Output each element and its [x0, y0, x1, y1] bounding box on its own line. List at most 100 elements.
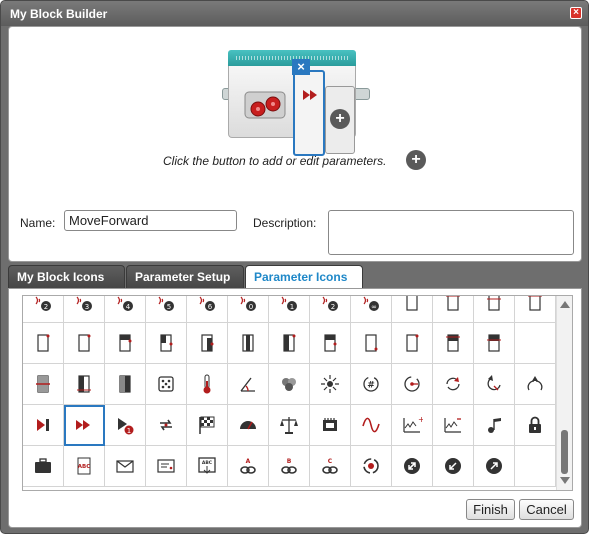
remove-parameter-button[interactable]: × [292, 59, 310, 75]
icon-cell[interactable] [269, 364, 310, 405]
name-field[interactable]: MoveForward [64, 210, 237, 231]
icon-cell[interactable] [187, 323, 228, 364]
icon-cell[interactable] [474, 296, 515, 323]
parameter-slot-selected[interactable]: × [292, 59, 325, 156]
icon-cell[interactable] [433, 323, 474, 364]
icon-cell[interactable]: ABC [187, 446, 228, 487]
add-parameter-icon[interactable]: + [330, 109, 350, 129]
icon-cell[interactable] [23, 323, 64, 364]
icon-cell[interactable]: B [269, 446, 310, 487]
icon-cell[interactable] [23, 364, 64, 405]
rotate-back-icon [487, 375, 501, 391]
icon-cell[interactable] [269, 405, 310, 446]
icon-cell[interactable] [433, 364, 474, 405]
icon-cell[interactable] [351, 405, 392, 446]
icon-cell[interactable] [187, 405, 228, 446]
icon-cell[interactable] [433, 405, 474, 446]
empty-cell [515, 446, 556, 487]
icon-cell[interactable] [105, 323, 146, 364]
svg-text:∞: ∞ [371, 303, 377, 311]
icon-cell[interactable] [105, 446, 146, 487]
play-stop-icon [37, 419, 49, 431]
icon-cell[interactable]: 1 [105, 405, 146, 446]
icon-cell[interactable]: 6 [187, 296, 228, 323]
description-field[interactable] [328, 210, 574, 255]
icon-cell[interactable]: ∞ [351, 296, 392, 323]
icon-cell[interactable]: ABC [64, 446, 105, 487]
scroll-down-icon[interactable] [560, 477, 570, 484]
icon-cell[interactable] [146, 364, 187, 405]
icon-cell[interactable] [474, 405, 515, 446]
icon-cell[interactable] [269, 323, 310, 364]
vertical-scrollbar[interactable] [556, 296, 572, 490]
sensor-port-1-icon: 1 [281, 296, 297, 311]
icon-cell[interactable]: 2 [23, 296, 64, 323]
cancel-button[interactable]: Cancel [519, 499, 574, 520]
icon-cell[interactable] [474, 323, 515, 364]
icon-cell[interactable] [515, 364, 556, 405]
svg-text:A: A [246, 458, 251, 465]
icon-cell[interactable]: 5 [146, 296, 187, 323]
icon-cell[interactable]: 0 [228, 296, 269, 323]
tab-parameter-setup[interactable]: Parameter Setup [126, 265, 244, 289]
window-title: My Block Builder [10, 7, 108, 21]
tab-parameter-icons[interactable]: Parameter Icons [245, 265, 363, 289]
add-parameter-button[interactable]: + [406, 150, 426, 170]
icon-cell[interactable]: + [392, 405, 433, 446]
icon-cell[interactable] [433, 446, 474, 487]
icon-cell[interactable] [228, 405, 269, 446]
svg-text:2: 2 [331, 303, 335, 311]
icon-cell[interactable] [228, 364, 269, 405]
icon-cell[interactable] [146, 405, 187, 446]
frame-half-icon [324, 334, 337, 352]
icon-cell[interactable]: A [228, 446, 269, 487]
frame-top-line-3-icon [528, 296, 542, 311]
scroll-up-icon[interactable] [560, 301, 570, 308]
frame-dark-center-icon [242, 334, 254, 352]
icon-cell[interactable] [474, 446, 515, 487]
icon-cell[interactable]: 3 [64, 296, 105, 323]
frame-half-dark-icon [119, 334, 132, 352]
scroll-thumb[interactable] [561, 430, 568, 474]
icon-cell[interactable] [64, 323, 105, 364]
svg-text:B: B [287, 458, 292, 465]
icon-cell[interactable] [310, 405, 351, 446]
icon-cell[interactable] [351, 446, 392, 487]
parameter-icons-panel: 23456012∞#1+ABCABCABC Finish Cancel [8, 288, 582, 528]
icon-cell[interactable] [310, 364, 351, 405]
icon-cell[interactable] [228, 323, 269, 364]
add-parameter-slot[interactable]: + [325, 86, 355, 154]
finish-button[interactable]: Finish [466, 499, 515, 520]
icon-cell[interactable] [351, 323, 392, 364]
icon-grid-container: 23456012∞#1+ABCABCABC [22, 295, 573, 491]
target-icon [363, 458, 379, 474]
icon-cell[interactable] [392, 323, 433, 364]
svg-text:ABC: ABC [78, 464, 91, 470]
icon-cell[interactable]: 4 [105, 296, 146, 323]
rotate-right-icon [404, 376, 420, 392]
icon-cell[interactable] [392, 364, 433, 405]
close-button[interactable]: × [570, 7, 582, 19]
icon-cell[interactable] [105, 364, 146, 405]
icon-cell[interactable] [310, 323, 351, 364]
graph-plus-icon: + [403, 415, 423, 433]
icon-cell[interactable] [146, 323, 187, 364]
icon-cell[interactable]: 1 [269, 296, 310, 323]
icon-cell[interactable] [392, 296, 433, 323]
icon-cell[interactable] [187, 364, 228, 405]
icon-cell[interactable] [23, 405, 64, 446]
icon-cell[interactable]: # [351, 364, 392, 405]
icon-cell[interactable]: C [310, 446, 351, 487]
icon-cell[interactable] [515, 405, 556, 446]
icon-cell[interactable] [146, 446, 187, 487]
icon-cell[interactable] [392, 446, 433, 487]
svg-text:ABC: ABC [202, 460, 213, 466]
icon-cell[interactable] [474, 364, 515, 405]
icon-cell[interactable] [64, 364, 105, 405]
icon-cell[interactable] [23, 446, 64, 487]
icon-cell[interactable]: 2 [310, 296, 351, 323]
icon-cell[interactable] [64, 405, 105, 446]
icon-cell[interactable] [515, 296, 556, 323]
icon-cell[interactable] [433, 296, 474, 323]
tab-my-block-icons[interactable]: My Block Icons [8, 265, 125, 289]
